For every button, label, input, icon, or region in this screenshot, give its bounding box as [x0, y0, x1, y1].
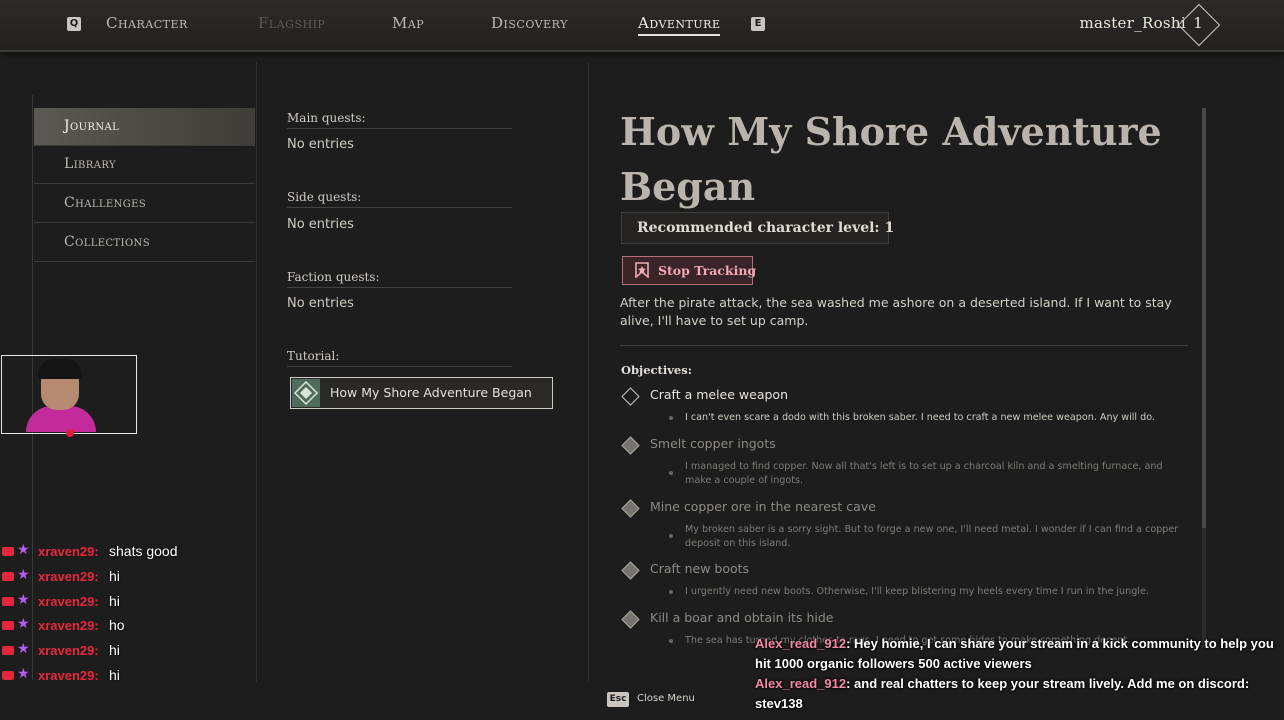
close-menu-button[interactable]: Close Menu — [637, 693, 695, 704]
tutorial-quest-entry[interactable]: How My Shore Adventure Began — [290, 377, 553, 409]
tab-map[interactable]: Map — [392, 14, 424, 32]
camera-badge-icon — [2, 547, 14, 556]
objective-title: Craft a melee weapon — [650, 387, 788, 402]
chat-message: hi — [109, 642, 120, 658]
recommended-level-text: Recommended character level: 1 — [637, 220, 895, 236]
chat-username: xraven29: — [38, 544, 99, 559]
overlay-chat-line: Alex_read_912: Hey homie, I can share yo… — [755, 634, 1280, 674]
bullet-icon — [669, 590, 673, 594]
chat-username: xraven29: — [38, 618, 99, 633]
chat-message: hi — [109, 568, 120, 584]
column-divider — [588, 62, 589, 682]
quest-description: After the pirate attack, the sea washed … — [620, 295, 1172, 328]
sidebar-item-library[interactable]: Library — [34, 146, 255, 184]
camera-badge-icon — [2, 671, 14, 680]
sidebar-item-challenges[interactable]: Challenges — [34, 185, 255, 223]
side-quests-heading: Side quests: — [287, 190, 512, 208]
objective-diamond-icon — [621, 387, 640, 406]
sidebar-item-label: Library — [64, 156, 116, 172]
overlay-chat-username: Alex_read_912 — [755, 676, 847, 691]
e-key-hint: E — [751, 17, 765, 31]
player-level: 1 — [1193, 14, 1203, 32]
objective-text: My broken saber is a sorry sight. But to… — [685, 524, 1179, 549]
objective-done-diamond-icon — [621, 436, 640, 455]
overlay-chat-messages: Alex_read_912: Hey homie, I can share yo… — [755, 634, 1280, 714]
star-badge-icon: ★ — [17, 592, 30, 608]
camera-badge-icon — [2, 646, 14, 655]
main-quests-empty: No entries — [287, 137, 354, 152]
bookmark-icon — [635, 262, 649, 278]
chat-username: xraven29: — [38, 668, 99, 683]
chat-message: hi — [109, 593, 120, 609]
stop-tracking-button[interactable]: Stop Tracking — [622, 256, 757, 285]
chat-username: xraven29: — [38, 643, 99, 658]
scrollbar-track[interactable] — [1202, 528, 1206, 648]
chat-message: ho — [109, 617, 125, 633]
objective-done-diamond-icon — [621, 499, 640, 518]
bullet-icon — [669, 534, 673, 538]
webcam-person-cap — [38, 359, 82, 379]
streamer-webcam — [1, 355, 137, 437]
recommended-level-box: Recommended character level: 1 — [621, 212, 894, 244]
tutorial-quest-label: How My Shore Adventure Began — [330, 385, 532, 400]
description-divider — [620, 345, 1188, 346]
bullet-icon — [669, 416, 673, 420]
objective-done-diamond-icon — [621, 610, 640, 629]
star-badge-icon: ★ — [17, 616, 30, 632]
main-quests-heading: Main quests: — [287, 111, 512, 129]
chat-username: xraven29: — [38, 594, 99, 609]
star-badge-icon: ★ — [17, 666, 30, 682]
objective-text: I managed to find copper. Now all that's… — [685, 461, 1163, 486]
tab-adventure[interactable]: Adventure — [638, 14, 721, 36]
objective-title: Craft new boots — [650, 561, 750, 576]
q-key-hint: Q — [67, 17, 81, 31]
objective-title: Smelt copper ingots — [650, 436, 776, 451]
objectives-heading: Objectives: — [621, 363, 692, 377]
sidebar-item-journal[interactable]: Journal — [34, 108, 255, 146]
stop-tracking-label: Stop Tracking — [658, 263, 757, 278]
sidebar-item-label: Challenges — [64, 195, 147, 211]
objective-title: Kill a boar and obtain its hide — [650, 610, 834, 625]
sidebar-item-label: Collections — [64, 234, 150, 250]
bullet-icon — [669, 639, 673, 643]
tab-flagship[interactable]: Flagship — [258, 14, 325, 32]
chat-message: hi — [109, 667, 120, 683]
top-nav-bar: Q Character Flagship Map Discovery Adven… — [0, 0, 1284, 52]
objective-done-diamond-icon — [621, 561, 640, 580]
chat-username: xraven29: — [38, 569, 99, 584]
live-dot-icon — [66, 429, 74, 437]
camera-badge-icon — [2, 597, 14, 606]
star-badge-icon: ★ — [17, 567, 30, 583]
objective-text: I urgently need new boots. Otherwise, I'… — [685, 586, 1149, 597]
sidebar-item-collections[interactable]: Collections — [34, 224, 255, 262]
faction-quests-heading: Faction quests: — [287, 270, 512, 288]
camera-badge-icon — [2, 621, 14, 630]
star-badge-icon: ★ — [17, 641, 30, 657]
objective-title: Mine copper ore in the nearest cave — [650, 499, 876, 514]
star-badge-icon: ★ — [17, 542, 30, 558]
bullet-icon — [669, 471, 673, 475]
objective-text: I can't even scare a dodo with this brok… — [685, 412, 1155, 423]
tab-discovery[interactable]: Discovery — [491, 14, 568, 32]
tracked-quest-icon — [292, 379, 320, 407]
sidebar-item-label: Journal — [64, 118, 120, 134]
side-quests-empty: No entries — [287, 217, 354, 232]
tutorial-heading: Tutorial: — [287, 349, 512, 367]
player-name: master_Roshi — [1079, 14, 1186, 32]
details-scrollbar[interactable] — [1202, 108, 1206, 528]
overlay-chat-line: Alex_read_912: and real chatters to keep… — [755, 674, 1280, 714]
camera-badge-icon — [2, 572, 14, 581]
column-divider — [256, 62, 257, 682]
esc-key-hint: Esc — [607, 692, 629, 707]
overlay-chat-username: Alex_read_912 — [755, 636, 847, 651]
faction-quests-empty: No entries — [287, 296, 354, 311]
tab-character[interactable]: Character — [106, 14, 188, 32]
quest-title: How My Shore Adventure Began — [620, 109, 1162, 209]
chat-message: shats good — [109, 543, 178, 559]
